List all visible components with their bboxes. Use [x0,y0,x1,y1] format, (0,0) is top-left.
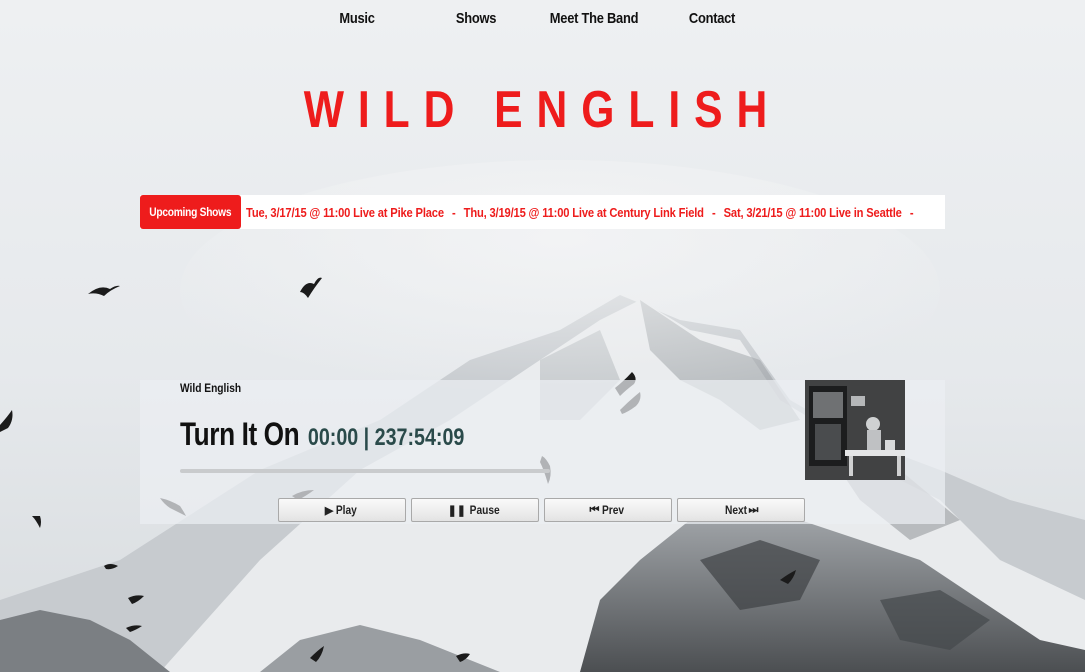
previous-button[interactable]: ⏮ Prev [544,498,672,522]
show-item[interactable]: Sat, 3/21/15 @ 11:00 Live in Seattle [724,205,902,220]
show-item[interactable]: Tue, 3/17/15 @ 11:00 Live at Pike Place [246,205,444,220]
upcoming-shows-badge-label: Upcoming Shows [149,205,232,219]
next-button-label: Next [724,503,747,517]
ticker-track: Tue, 3/17/15 @ 11:00 Live at Pike Place … [246,195,945,229]
upcoming-shows-ticker: Upcoming Shows Tue, 3/17/15 @ 11:00 Live… [140,195,945,229]
play-button-label: Play [336,503,358,517]
pause-icon: ❚❚ [447,504,467,517]
previous-icon: ⏮ [589,503,600,516]
ticker-separator: - [711,204,716,220]
site-title: WILD ENGLISH [303,81,782,139]
album-art [805,380,905,480]
pause-button[interactable]: ❚❚ Pause [411,498,539,522]
pause-button-label: Pause [469,503,500,517]
main-navigation: Music Shows Meet The Band Contact [0,10,1085,34]
nav-item-music[interactable]: Music [323,10,392,27]
show-item[interactable]: Thu, 3/19/15 @ 11:00 Live at Century Lin… [464,205,704,220]
artist-name: Wild English [180,381,242,395]
upcoming-shows-badge: Upcoming Shows [140,195,241,229]
previous-button-label: Prev [602,503,625,517]
play-button[interactable]: ▶ Play [278,498,406,522]
nav-item-shows[interactable]: Shows [442,10,511,27]
track-title: Turn It On [180,416,300,452]
music-player: Wild English Turn It On 00:00 | 237:54:0… [140,380,945,524]
next-button[interactable]: Next ⏭ [677,498,805,522]
track-info: Turn It On 00:00 | 237:54:09 [180,416,464,453]
track-time: 00:00 | 237:54:09 [307,424,465,451]
nav-item-meet-the-band[interactable]: Meet The Band [547,10,642,27]
ticker-separator: - [909,204,914,220]
progress-bar[interactable] [180,469,550,473]
next-icon: ⏭ [748,503,759,516]
play-icon: ▶ [324,504,334,517]
nav-item-contact[interactable]: Contact [678,10,747,27]
ticker-separator: - [452,204,456,220]
